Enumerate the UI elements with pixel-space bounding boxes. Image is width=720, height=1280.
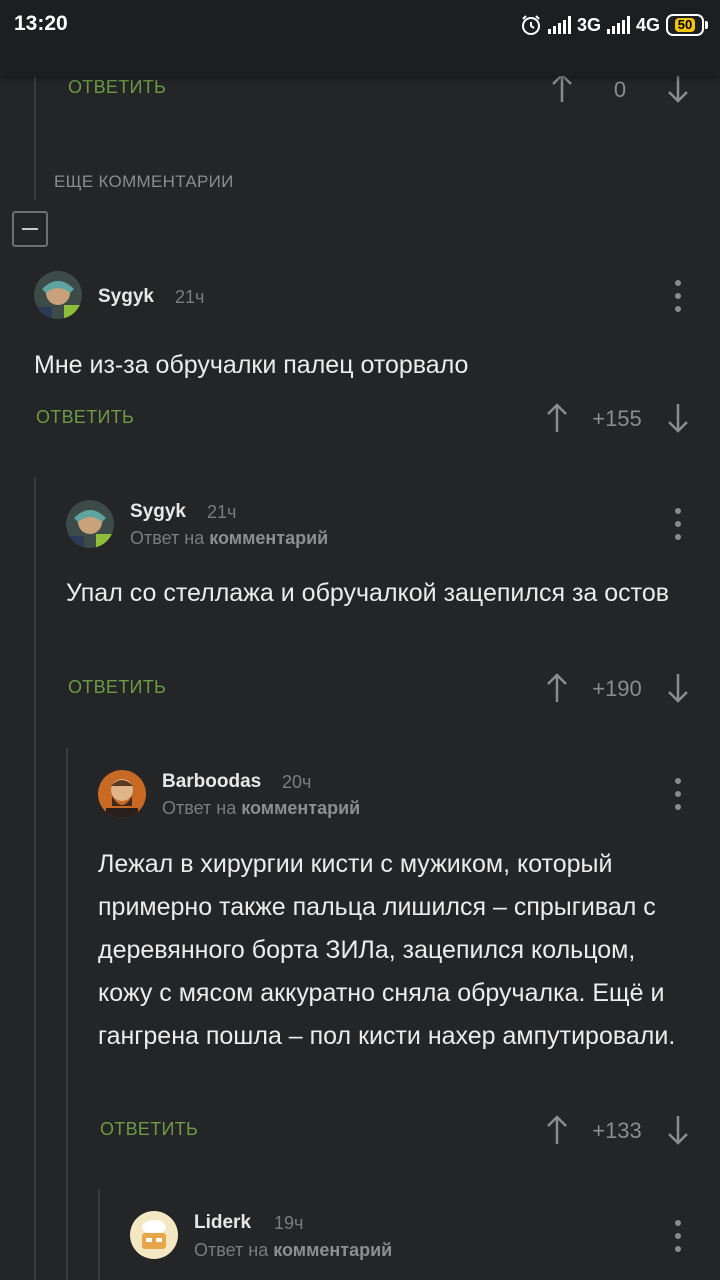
reply-to-link[interactable]: комментарий [209, 528, 328, 548]
comment-time: 21ч [207, 502, 237, 522]
network-3g-label: 3G [576, 14, 601, 35]
downvote-arrow-icon[interactable] [666, 402, 690, 434]
battery-icon: 50 [666, 14, 708, 36]
status-icons: 3G 4G 50 [520, 12, 708, 38]
avatar[interactable] [98, 770, 146, 818]
thread-line [66, 748, 68, 1280]
comment-score: +190 [592, 676, 642, 701]
comment-score: +133 [592, 1118, 642, 1143]
comment-time: 21ч [175, 287, 205, 307]
battery-level: 50 [674, 18, 696, 32]
reply-to-prefix: Ответ на [194, 1240, 269, 1260]
reply-button[interactable]: ОТВЕТИТЬ [36, 407, 134, 428]
upvote-arrow-icon[interactable] [550, 72, 574, 104]
reply-to-line: Ответ на комментарий [162, 798, 360, 819]
downvote-arrow-icon[interactable] [666, 1114, 690, 1146]
signal-icon [547, 16, 571, 34]
status-time: 13:20 [14, 12, 68, 35]
comment-text: Упал со стеллажа и обручалкой зацепился … [66, 579, 670, 607]
comment-time: 20ч [282, 772, 312, 792]
upvote-arrow-icon[interactable] [545, 1114, 569, 1146]
comment-author[interactable]: Barboodas [162, 771, 261, 793]
comment-score: +155 [592, 406, 642, 431]
comment-text: Лежал в хирургии кисти с мужиком, которы… [98, 850, 676, 1050]
reply-to-link[interactable]: комментарий [273, 1240, 392, 1260]
reply-button[interactable]: ОТВЕТИТЬ [68, 677, 166, 698]
status-bar: 13:20 3G 4G 50 [0, 0, 720, 76]
comment-text: Мне из-за обручалки палец оторвало [34, 351, 469, 379]
more-options-icon[interactable] [668, 504, 688, 544]
reply-button[interactable]: ОТВЕТИТЬ [100, 1119, 198, 1140]
avatar[interactable] [66, 500, 114, 548]
avatar[interactable] [34, 271, 82, 319]
collapse-thread-button[interactable] [12, 211, 48, 247]
more-options-icon[interactable] [668, 276, 688, 316]
comment-time: 19ч [274, 1213, 304, 1233]
downvote-arrow-icon[interactable] [666, 72, 690, 104]
reply-to-link[interactable]: комментарий [241, 798, 360, 818]
minus-icon [22, 228, 38, 230]
reply-to-prefix: Ответ на [162, 798, 237, 818]
reply-to-line: Ответ на комментарий [130, 528, 328, 549]
comment-author[interactable]: Sygyk [130, 501, 186, 523]
reply-button[interactable]: ОТВЕТИТЬ [68, 77, 166, 98]
thread-line [34, 478, 36, 1280]
alarm-icon [521, 15, 540, 35]
more-comments-link[interactable]: ЕЩЕ КОММЕНТАРИИ [54, 172, 234, 192]
avatar[interactable] [130, 1211, 178, 1259]
reply-to-line: Ответ на комментарий [194, 1240, 392, 1261]
upvote-arrow-icon[interactable] [545, 402, 569, 434]
network-4g-label: 4G [635, 14, 660, 35]
more-options-icon[interactable] [668, 774, 688, 814]
comment-score: 0 [613, 77, 627, 102]
comment-author[interactable]: Sygyk [98, 286, 154, 308]
thread-line [34, 70, 36, 200]
reply-to-prefix: Ответ на [130, 528, 205, 548]
signal-icon [606, 16, 630, 34]
thread-line [98, 1190, 100, 1280]
downvote-arrow-icon[interactable] [666, 672, 690, 704]
more-options-icon[interactable] [668, 1216, 688, 1256]
upvote-arrow-icon[interactable] [545, 672, 569, 704]
comment-author[interactable]: Liderk [194, 1212, 251, 1234]
